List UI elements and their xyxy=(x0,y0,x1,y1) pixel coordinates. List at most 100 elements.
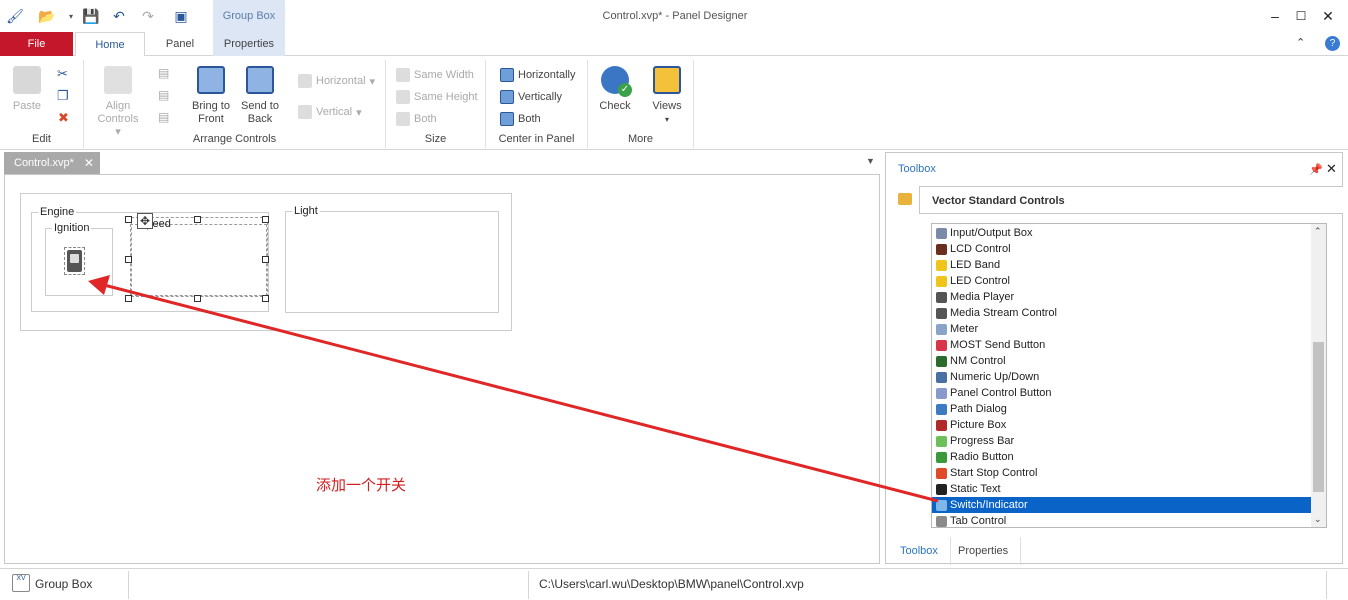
control-icon xyxy=(936,467,947,479)
toolbox-item[interactable]: LCD Control xyxy=(932,241,1313,257)
send-to-back-button[interactable]: Send to Back xyxy=(235,64,285,126)
scroll-up-icon[interactable]: ⌃ xyxy=(1314,226,1322,237)
resize-handle-bottom-left[interactable] xyxy=(125,295,132,302)
toolbox-item[interactable]: Static Text xyxy=(932,481,1313,497)
toolbox-item[interactable]: Switch/Indicator xyxy=(932,497,1313,513)
resize-handle-bottom[interactable] xyxy=(194,295,201,302)
control-icon xyxy=(936,355,947,367)
toolbox-item[interactable]: MOST Send Button xyxy=(932,337,1313,353)
arrange-controls-group-label: Arrange Controls xyxy=(192,133,277,145)
copy-icon[interactable]: ❐ xyxy=(57,88,69,104)
toolbox-item[interactable]: Start Stop Control xyxy=(932,465,1313,481)
preview-icon[interactable]: ▣ xyxy=(172,7,190,25)
same-height-button[interactable]: Same Height xyxy=(396,88,478,106)
align-controls-button[interactable]: Align Controls ▾ xyxy=(94,64,142,139)
light-group-box[interactable]: Light xyxy=(285,205,499,313)
align-top-icon[interactable]: ▤ xyxy=(158,66,169,80)
toolbox-category-header[interactable]: Vector Standard Controls xyxy=(919,186,1343,214)
speed-group-box[interactable]: Speed xyxy=(130,217,268,297)
open-dropdown-icon[interactable]: ▾ xyxy=(62,7,80,25)
toolbox-item[interactable]: Input/Output Box xyxy=(932,225,1313,241)
center-both-button[interactable]: Both xyxy=(500,110,541,128)
control-icon xyxy=(936,339,947,351)
center-horizontally-button[interactable]: Horizontally xyxy=(500,66,575,84)
tab-panel[interactable]: Panel xyxy=(150,32,210,56)
ignition-switch[interactable] xyxy=(64,247,85,275)
delete-icon[interactable]: ✖ xyxy=(58,110,69,126)
toolbox-item[interactable]: Panel Control Button xyxy=(932,385,1313,401)
toolbox-category-icon xyxy=(898,193,912,205)
status-file-path: C:\Users\carl.wu\Desktop\BMW\panel\Contr… xyxy=(539,577,804,591)
minimize-icon[interactable]: – xyxy=(1265,6,1285,26)
ribbon: Paste ✂ ❐ ✖ Edit Align Controls ▾ ▤ ▤ ▤ … xyxy=(0,56,1348,150)
toolbox-item[interactable]: Radio Button xyxy=(932,449,1313,465)
help-icon[interactable]: ? xyxy=(1325,36,1340,51)
toolbox-item[interactable]: Media Player xyxy=(932,289,1313,305)
scrollbar-thumb[interactable] xyxy=(1313,342,1324,492)
resize-handle-top-left[interactable] xyxy=(125,216,132,223)
title-bar: 🖌 📂 ▾ 💾 ↶ ↷ ▣ Group Box Control.xvp* - P… xyxy=(0,0,1348,32)
resize-handle-bottom-right[interactable] xyxy=(262,295,269,302)
toolbox-item[interactable]: Meter xyxy=(932,321,1313,337)
toolbox-item[interactable]: NM Control xyxy=(932,353,1313,369)
open-folder-icon[interactable]: 📂 xyxy=(38,7,56,25)
tab-properties[interactable]: Properties xyxy=(213,32,285,56)
vertical-spacing-button[interactable]: Vertical ▾ xyxy=(298,103,362,121)
toolbox-item[interactable]: Tab Control xyxy=(932,513,1313,527)
undo-icon[interactable]: ↶ xyxy=(110,7,128,25)
paste-button[interactable]: Paste xyxy=(2,64,52,113)
align-bottom-icon[interactable]: ▤ xyxy=(158,110,169,124)
toolbox-item[interactable]: LED Band xyxy=(932,257,1313,273)
vertical-spacing-icon xyxy=(298,105,312,119)
toolbox-scrollbar[interactable]: ⌃ ⌄ xyxy=(1311,224,1326,527)
ignition-group-box[interactable]: Ignition xyxy=(45,222,113,296)
maximize-icon[interactable]: ☐ xyxy=(1291,6,1311,26)
toolbox-item[interactable]: Media Stream Control xyxy=(932,305,1313,321)
toolbox-item[interactable]: Numeric Up/Down xyxy=(932,369,1313,385)
toolbox-item[interactable]: Path Dialog xyxy=(932,401,1313,417)
toolbox-list[interactable]: Input/Output Box LCD Control LED Band LED C… xyxy=(931,223,1327,528)
resize-handle-left[interactable] xyxy=(125,256,132,263)
tab-file[interactable]: File xyxy=(0,32,73,56)
same-height-icon xyxy=(396,90,410,104)
app-icon[interactable]: 🖌 xyxy=(6,7,24,25)
save-icon[interactable]: 💾 xyxy=(82,7,100,25)
size-group: Same Width Same Height Both Size xyxy=(386,60,486,148)
check-button[interactable]: ✓ Check xyxy=(590,64,640,113)
tab-toolbox[interactable]: Toolbox xyxy=(888,537,951,565)
control-icon xyxy=(936,243,947,255)
align-icon xyxy=(104,66,132,94)
pin-icon[interactable]: 📌 xyxy=(1309,163,1323,176)
tab-properties-panel[interactable]: Properties xyxy=(946,537,1022,565)
design-canvas[interactable]: Engine Ignition Speed ✥ Light xyxy=(4,174,880,564)
resize-handle-right[interactable] xyxy=(262,256,269,263)
cut-icon[interactable]: ✂ xyxy=(57,66,68,82)
document-tab[interactable]: Control.xvp* ✕ xyxy=(4,152,100,174)
horizontal-spacing-icon xyxy=(298,74,312,88)
horizontal-spacing-button[interactable]: Horizontal ▾ xyxy=(298,72,375,90)
same-width-button[interactable]: Same Width xyxy=(396,66,474,84)
bring-to-front-icon xyxy=(197,66,225,94)
resize-handle-top[interactable] xyxy=(194,216,201,223)
close-tab-icon[interactable]: ✕ xyxy=(84,156,94,170)
scroll-down-icon[interactable]: ⌄ xyxy=(1314,514,1322,525)
views-button[interactable]: Views ▾ xyxy=(642,64,692,126)
align-middle-icon[interactable]: ▤ xyxy=(158,88,169,102)
move-handle-icon[interactable]: ✥ xyxy=(137,213,153,229)
toolbox-item[interactable]: Picture Box xyxy=(932,417,1313,433)
close-icon[interactable]: ✕ xyxy=(1318,6,1338,26)
same-size-icon xyxy=(396,112,410,126)
collapse-ribbon-icon[interactable]: ⌃ xyxy=(1296,36,1305,49)
same-size-both-button[interactable]: Both xyxy=(396,110,437,128)
close-toolbox-icon[interactable]: ✕ xyxy=(1326,161,1337,177)
document-list-dropdown-icon[interactable]: ▼ xyxy=(866,156,875,166)
edit-group-label: Edit xyxy=(32,133,51,145)
toolbox-panel: Toolbox 📌 ✕ Vector Standard Controls Inp… xyxy=(885,152,1343,565)
toolbox-item[interactable]: LED Control xyxy=(932,273,1313,289)
toolbox-item[interactable]: Progress Bar xyxy=(932,433,1313,449)
tab-home[interactable]: Home xyxy=(75,32,145,57)
bring-to-front-button[interactable]: Bring to Front xyxy=(186,64,236,126)
resize-handle-top-right[interactable] xyxy=(262,216,269,223)
center-vertically-button[interactable]: Vertically xyxy=(500,88,562,106)
redo-icon[interactable]: ↷ xyxy=(139,7,157,25)
